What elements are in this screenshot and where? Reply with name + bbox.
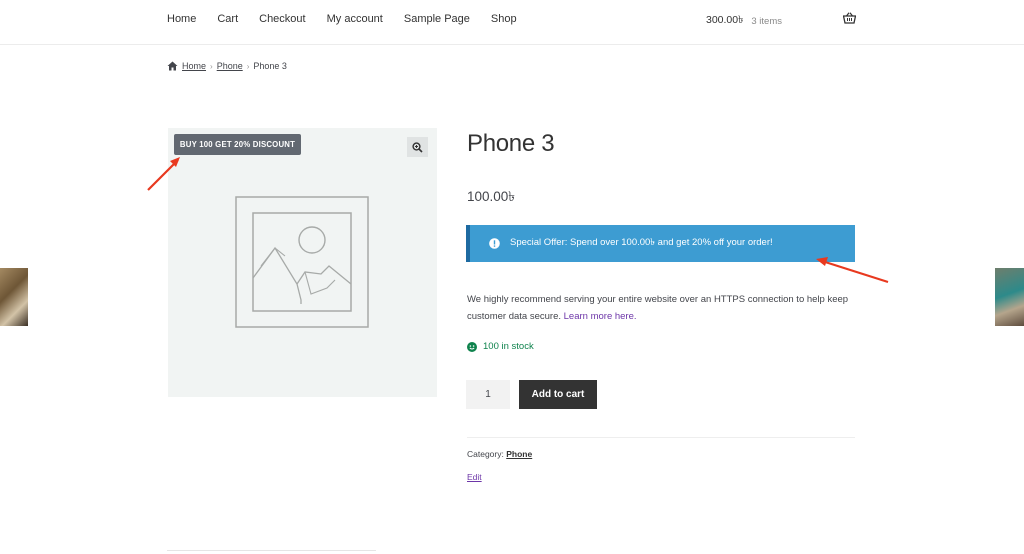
nav-sample-page[interactable]: Sample Page	[404, 13, 470, 25]
annotation-arrow	[816, 257, 889, 284]
cart-amount: 300.00৳	[706, 14, 744, 26]
nav-my-account[interactable]: My account	[327, 13, 383, 25]
category-label: Category:	[467, 449, 504, 459]
annotation-arrow	[147, 157, 180, 191]
breadcrumb-phone[interactable]: Phone	[217, 61, 243, 71]
smile-icon	[467, 341, 477, 352]
product-meta: Category: Phone	[467, 449, 532, 459]
placeholder-image-icon	[235, 196, 369, 328]
description-text: We highly recommend serving your entire …	[467, 294, 849, 322]
cart-count: 3 items	[751, 16, 782, 27]
special-offer-notice: Special Offer: Spend over 100.00৳ and ge…	[466, 225, 855, 262]
nav-checkout[interactable]: Checkout	[259, 13, 305, 25]
quantity-input[interactable]: 1	[466, 380, 510, 409]
divider	[467, 437, 855, 438]
home-icon	[167, 61, 178, 71]
stock-status: 100 in stock	[467, 341, 534, 352]
nav-home[interactable]: Home	[167, 13, 196, 25]
nav-cart[interactable]: Cart	[217, 13, 238, 25]
product-title: Phone 3	[467, 130, 555, 157]
header-cart[interactable]: 300.00৳ 3 items	[706, 13, 782, 30]
breadcrumb-home[interactable]: Home	[182, 61, 206, 71]
previous-product-thumbnail[interactable]	[0, 268, 28, 326]
zoom-button[interactable]	[407, 137, 428, 157]
edit-link[interactable]: Edit	[467, 472, 482, 482]
divider	[167, 550, 376, 551]
info-icon	[489, 238, 500, 249]
primary-navigation: Home Cart Checkout My account Sample Pag…	[167, 13, 538, 25]
sale-badge: BUY 100 GET 20% DISCOUNT	[174, 134, 301, 155]
add-to-cart-button[interactable]: Add to cart	[519, 380, 597, 409]
notice-text: Special Offer: Spend over 100.00৳ and ge…	[510, 237, 773, 248]
breadcrumb-separator: ›	[210, 61, 213, 71]
nav-shop[interactable]: Shop	[491, 13, 517, 25]
breadcrumb-separator: ›	[246, 61, 250, 71]
breadcrumb: Home › Phone › Phone 3	[167, 61, 287, 71]
next-product-thumbnail[interactable]	[995, 268, 1024, 326]
product-description: We highly recommend serving your entire …	[467, 291, 867, 325]
zoom-in-icon	[412, 141, 423, 153]
breadcrumb-current: Phone 3	[253, 61, 287, 71]
site-header: Home Cart Checkout My account Sample Pag…	[0, 0, 1024, 45]
stock-text: 100 in stock	[483, 341, 534, 352]
category-link[interactable]: Phone	[506, 449, 532, 459]
basket-icon[interactable]	[843, 12, 856, 24]
learn-more-link[interactable]: Learn more here.	[564, 311, 637, 322]
product-price: 100.00৳	[467, 189, 516, 204]
